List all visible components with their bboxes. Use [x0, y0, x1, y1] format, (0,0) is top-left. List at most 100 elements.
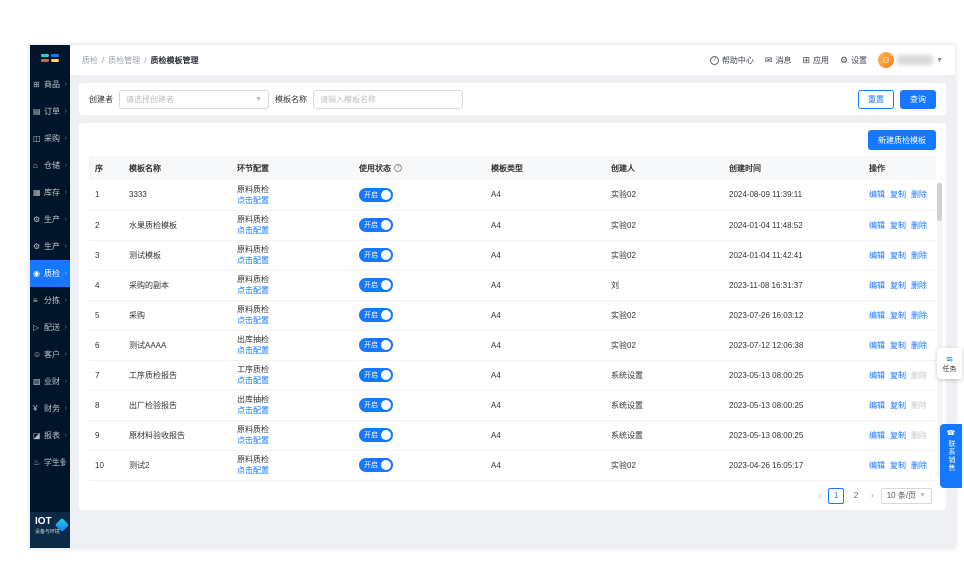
sidebar-item-student-meals[interactable]: ♨学生餐› [30, 449, 70, 476]
reports-icon: ◪ [33, 431, 42, 440]
status-toggle[interactable]: 开启 [359, 248, 393, 262]
cell-template-type: A4 [485, 390, 605, 420]
configure-link[interactable]: 点击配置 [237, 315, 347, 326]
copy-link[interactable]: 复制 [890, 190, 906, 199]
apps-button[interactable]: ⊞ 应用 [802, 55, 829, 66]
configure-link[interactable]: 点击配置 [237, 285, 347, 296]
edit-link[interactable]: 编辑 [869, 401, 885, 410]
copy-link[interactable]: 复制 [890, 431, 906, 440]
next-page-button[interactable]: › [869, 491, 876, 500]
reset-button[interactable]: 重置 [858, 90, 894, 109]
settings-button[interactable]: ⚙ 设置 [840, 55, 867, 66]
copy-link[interactable]: 复制 [890, 281, 906, 290]
cell-stage-config: 原料质检点击配置 [231, 210, 353, 240]
sidebar-item-customers[interactable]: ☺客户› [30, 341, 70, 368]
sidebar-item-sorting[interactable]: ≡分拣› [30, 287, 70, 314]
status-toggle[interactable]: 开启 [359, 368, 393, 382]
configure-link[interactable]: 点击配置 [237, 255, 347, 266]
prev-page-button[interactable]: ‹ [816, 491, 823, 500]
sidebar-item-purchase[interactable]: ◫采购› [30, 125, 70, 152]
breadcrumb-item[interactable]: 质检 [82, 55, 98, 66]
edit-link[interactable]: 编辑 [869, 461, 885, 470]
sidebar-item-reports[interactable]: ◪报表› [30, 422, 70, 449]
status-toggle[interactable]: 开启 [359, 398, 393, 412]
phone-icon: ☎ [947, 429, 956, 437]
sidebar-item-goods[interactable]: ⊞商品› [30, 71, 70, 98]
cell-creator: 实验02 [605, 210, 723, 240]
status-toggle[interactable]: 开启 [359, 428, 393, 442]
cell-actions: 编辑复制删除 [863, 330, 936, 360]
edit-link[interactable]: 编辑 [869, 311, 885, 320]
breadcrumb-item[interactable]: 质检管理 [108, 55, 140, 66]
table-row: 6测试AAAA出库抽检点击配置开启A4实验022023-07-12 12:06:… [89, 330, 936, 360]
sidebar-item-quality[interactable]: ◉质检› [30, 260, 70, 287]
status-toggle[interactable]: 开启 [359, 278, 393, 292]
cell-status: 开启 [353, 360, 485, 390]
edit-link[interactable]: 编辑 [869, 251, 885, 260]
edit-link[interactable]: 编辑 [869, 190, 885, 199]
help-center-button[interactable]: ? 帮助中心 [710, 55, 754, 66]
new-template-button[interactable]: 新建质检模板 [868, 130, 936, 150]
page-size-select[interactable]: 10 条/页 ▼ [881, 488, 932, 504]
configure-link[interactable]: 点击配置 [237, 375, 347, 386]
status-toggle[interactable]: 开启 [359, 458, 393, 472]
copy-link[interactable]: 复制 [890, 401, 906, 410]
cell-stage-config: 原料质检点击配置 [231, 180, 353, 210]
sidebar-item-warehouse[interactable]: ⌂仓储› [30, 152, 70, 179]
breadcrumb-separator: / [102, 56, 104, 65]
copy-link[interactable]: 复制 [890, 251, 906, 260]
configure-link[interactable]: 点击配置 [237, 345, 347, 356]
search-button[interactable]: 查询 [900, 90, 936, 109]
sidebar-item-label: 财务 [44, 403, 65, 414]
edit-link[interactable]: 编辑 [869, 281, 885, 290]
page-number-2[interactable]: 2 [848, 488, 864, 504]
status-toggle[interactable]: 开启 [359, 338, 393, 352]
cell-template-name: 采购的副本 [123, 270, 231, 300]
edit-link[interactable]: 编辑 [869, 341, 885, 350]
sidebar-item-delivery[interactable]: ▷配送› [30, 314, 70, 341]
page-number-1[interactable]: 1 [828, 488, 844, 504]
configure-link[interactable]: 点击配置 [237, 195, 347, 206]
sidebar-item-orders[interactable]: ▤订单› [30, 98, 70, 125]
help-tooltip-icon[interactable]: ? [394, 164, 402, 172]
edit-link[interactable]: 编辑 [869, 371, 885, 380]
copy-link[interactable]: 复制 [890, 371, 906, 380]
delete-link[interactable]: 删除 [911, 281, 927, 290]
sidebar-item-business-finance[interactable]: ▧业财› [30, 368, 70, 395]
cell-status: 开启 [353, 390, 485, 420]
sidebar-item-production-2[interactable]: ⚙生产› [30, 233, 70, 260]
delete-link[interactable]: 删除 [911, 251, 927, 260]
delete-link[interactable]: 删除 [911, 190, 927, 199]
delete-link[interactable]: 删除 [911, 341, 927, 350]
status-toggle[interactable]: 开启 [359, 308, 393, 322]
status-toggle[interactable]: 开启 [359, 218, 393, 232]
scrollbar-thumb[interactable] [937, 183, 942, 221]
task-float-button[interactable]: ≋ 任务 [937, 348, 962, 379]
brand-logo[interactable] [30, 45, 70, 71]
copy-link[interactable]: 复制 [890, 461, 906, 470]
copy-link[interactable]: 复制 [890, 311, 906, 320]
user-menu[interactable]: ☺ ▼ [878, 52, 943, 68]
help-icon: ? [710, 56, 719, 65]
column-header: 序 [89, 156, 123, 180]
edit-link[interactable]: 编辑 [869, 431, 885, 440]
messages-button[interactable]: ✉ 消息 [765, 55, 792, 66]
edit-link[interactable]: 编辑 [869, 221, 885, 230]
status-toggle[interactable]: 开启 [359, 188, 393, 202]
copy-link[interactable]: 复制 [890, 221, 906, 230]
configure-link[interactable]: 点击配置 [237, 405, 347, 416]
creator-select[interactable]: 请选择创建者 ▼ [119, 90, 269, 109]
sidebar-item-finance[interactable]: ¥财务› [30, 395, 70, 422]
configure-link[interactable]: 点击配置 [237, 225, 347, 236]
delete-link[interactable]: 删除 [911, 461, 927, 470]
template-name-input[interactable] [313, 90, 463, 109]
sidebar-item-production-1[interactable]: ⚙生产› [30, 206, 70, 233]
sidebar-item-inventory[interactable]: ▦库存› [30, 179, 70, 206]
delete-link[interactable]: 删除 [911, 221, 927, 230]
copy-link[interactable]: 复制 [890, 341, 906, 350]
configure-link[interactable]: 点击配置 [237, 435, 347, 446]
contact-sales-button[interactable]: ☎ 联系销售 [940, 424, 962, 488]
configure-link[interactable]: 点击配置 [237, 465, 347, 476]
delete-link[interactable]: 删除 [911, 311, 927, 320]
cell-template-name: 采购 [123, 300, 231, 330]
